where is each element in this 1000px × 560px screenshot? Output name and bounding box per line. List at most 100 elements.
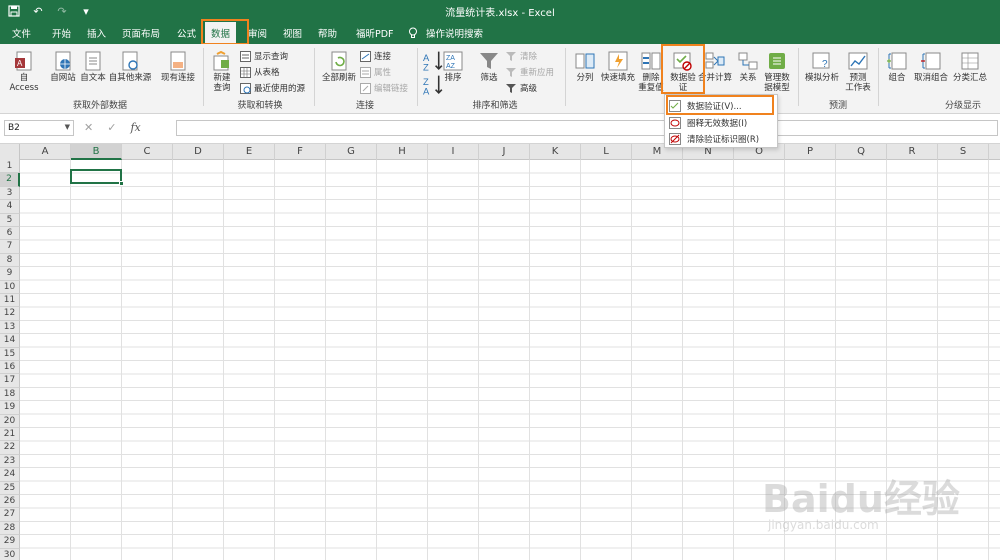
- tab-page-layout[interactable]: 页面布局: [122, 26, 160, 40]
- from-table-button[interactable]: 从表格: [240, 66, 280, 78]
- row-header-14[interactable]: 14: [0, 334, 20, 348]
- sort-desc-button[interactable]: ZA: [422, 74, 443, 96]
- column-header-j[interactable]: J: [479, 144, 530, 160]
- column-header-h[interactable]: H: [377, 144, 428, 160]
- from-web-button[interactable]: 自网站: [48, 50, 78, 83]
- tab-view[interactable]: 视图: [283, 26, 302, 40]
- column-header-i[interactable]: I: [428, 144, 479, 160]
- selected-cell-b2[interactable]: [70, 169, 124, 186]
- row-header-15[interactable]: 15: [0, 347, 20, 361]
- row-header-7[interactable]: 7: [0, 240, 20, 254]
- column-header-k[interactable]: K: [530, 144, 581, 160]
- edit-links-button[interactable]: 编辑链接: [360, 82, 408, 94]
- row-header-25[interactable]: 25: [0, 481, 20, 495]
- subtotal-button[interactable]: 分类汇总: [950, 50, 990, 83]
- row-header-19[interactable]: 19: [0, 401, 20, 415]
- formula-input[interactable]: [176, 120, 998, 136]
- row-header-23[interactable]: 23: [0, 454, 20, 469]
- column-header-l[interactable]: L: [581, 144, 632, 160]
- column-header-e[interactable]: E: [224, 144, 275, 160]
- column-header-b[interactable]: B: [71, 144, 122, 160]
- row-header-20[interactable]: 20: [0, 414, 20, 428]
- clear-filter-button[interactable]: 清除: [506, 50, 537, 62]
- show-queries-button[interactable]: 显示查询: [240, 50, 288, 62]
- tab-review[interactable]: 审阅: [248, 26, 267, 40]
- row-header-16[interactable]: 16: [0, 361, 20, 375]
- row-header-30[interactable]: 30: [0, 548, 20, 560]
- existing-connections-button[interactable]: 现有连接: [158, 50, 198, 83]
- row-header-6[interactable]: 6: [0, 227, 20, 241]
- filter-button[interactable]: 筛选: [476, 50, 502, 83]
- row-header-12[interactable]: 12: [0, 307, 20, 321]
- column-header-g[interactable]: G: [326, 144, 377, 160]
- row-header-29[interactable]: 29: [0, 535, 20, 549]
- tab-home[interactable]: 开始: [52, 26, 71, 40]
- from-other-sources-button[interactable]: 自其他来源: [107, 50, 153, 83]
- row-header-26[interactable]: 26: [0, 495, 20, 509]
- row-header-24[interactable]: 24: [0, 468, 20, 482]
- column-header-s[interactable]: S: [938, 144, 989, 160]
- select-all-corner[interactable]: [0, 144, 20, 160]
- manage-data-model-label: 管理数 据模型: [764, 73, 790, 93]
- formula-bar-buttons: ✕ ✓ fx: [84, 121, 141, 134]
- menu-item-circle-invalid-data[interactable]: 圈释无效数据(I): [669, 117, 747, 129]
- row-header-13[interactable]: 13: [0, 320, 20, 335]
- tab-insert[interactable]: 插入: [87, 26, 106, 40]
- fill-handle[interactable]: [119, 181, 124, 186]
- tab-file[interactable]: 文件: [12, 26, 31, 40]
- forecast-sheet-icon: [847, 50, 869, 72]
- reapply-button[interactable]: 重新应用: [506, 66, 554, 78]
- refresh-all-button[interactable]: 全部刷新: [320, 50, 358, 83]
- row-header-4[interactable]: 4: [0, 200, 20, 214]
- column-header-r[interactable]: R: [887, 144, 938, 160]
- ungroup-button[interactable]: 取消组合: [912, 50, 950, 83]
- row-header-11[interactable]: 11: [0, 294, 20, 308]
- from-text-button[interactable]: 自文本: [78, 50, 108, 83]
- new-query-button[interactable]: 新建 查询: [208, 50, 236, 93]
- advanced-filter-button[interactable]: 高级: [506, 82, 537, 94]
- relationships-button[interactable]: 关系: [736, 50, 760, 83]
- row-header-3[interactable]: 3: [0, 186, 20, 201]
- tab-foxit-pdf[interactable]: 福昕PDF: [356, 26, 394, 40]
- row-header-28[interactable]: 28: [0, 521, 20, 536]
- name-box[interactable]: B2 ▼: [4, 120, 74, 136]
- row-header-17[interactable]: 17: [0, 374, 20, 388]
- manage-data-model-button[interactable]: 管理数 据模型: [762, 50, 792, 93]
- row-header-10[interactable]: 10: [0, 280, 20, 294]
- row-header-18[interactable]: 18: [0, 387, 20, 402]
- row-header-2[interactable]: 2: [0, 173, 20, 187]
- tab-formulas[interactable]: 公式: [177, 26, 196, 40]
- column-header-f[interactable]: F: [275, 144, 326, 160]
- column-header-a[interactable]: A: [20, 144, 71, 160]
- column-header-c[interactable]: C: [122, 144, 173, 160]
- properties-button[interactable]: 属性: [360, 66, 391, 78]
- recent-sources-button[interactable]: 最近使用的源: [240, 82, 305, 94]
- sort-asc-button[interactable]: AZ: [422, 50, 443, 72]
- tell-me-search[interactable]: 操作说明搜索: [408, 26, 483, 40]
- insert-function-icon[interactable]: fx: [130, 121, 140, 134]
- forecast-sheet-button[interactable]: 预测 工作表: [843, 50, 873, 93]
- text-to-columns-button[interactable]: 分列: [572, 50, 598, 83]
- menu-item-clear-validation-circles[interactable]: 清除验证标识圈(R): [669, 133, 759, 145]
- name-box-dropdown-icon[interactable]: ▼: [65, 123, 70, 131]
- sort-label: 排序: [444, 73, 462, 83]
- row-header-5[interactable]: 5: [0, 213, 20, 227]
- row-header-8[interactable]: 8: [0, 253, 20, 268]
- row-header-22[interactable]: 22: [0, 441, 20, 455]
- flash-fill-button[interactable]: 快速填充: [600, 50, 636, 83]
- row-header-1[interactable]: 1: [0, 160, 20, 174]
- column-header-q[interactable]: Q: [836, 144, 887, 160]
- tab-help[interactable]: 帮助: [318, 26, 337, 40]
- column-header-p[interactable]: P: [785, 144, 836, 160]
- group-button[interactable]: 组合: [884, 50, 910, 83]
- row-header-9[interactable]: 9: [0, 267, 20, 281]
- connections-button[interactable]: 连接: [360, 50, 391, 62]
- column-header-d[interactable]: D: [173, 144, 224, 160]
- from-access-button[interactable]: A 自 Access: [6, 50, 42, 93]
- cancel-icon[interactable]: ✕: [84, 121, 93, 134]
- row-header-21[interactable]: 21: [0, 428, 20, 442]
- what-if-analysis-button[interactable]: ? 模拟分析: [804, 50, 840, 83]
- row-header-27[interactable]: 27: [0, 508, 20, 522]
- sort-button[interactable]: ZA AZ 排序: [440, 50, 466, 83]
- enter-icon[interactable]: ✓: [107, 121, 116, 134]
